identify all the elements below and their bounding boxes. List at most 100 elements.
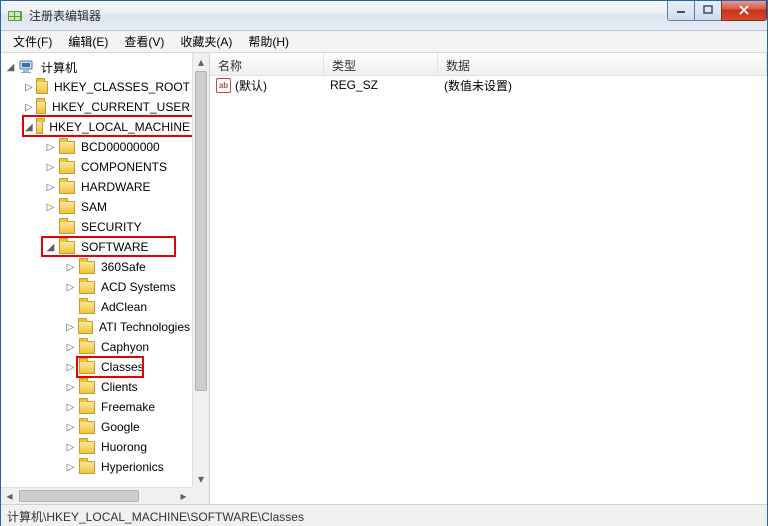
scroll-thumb[interactable]: [19, 490, 139, 502]
col-data[interactable]: 数据: [438, 53, 767, 75]
expand-icon[interactable]: ▷: [25, 82, 33, 93]
scroll-thumb[interactable]: [195, 71, 207, 391]
tree-360safe[interactable]: ▷360Safe: [1, 257, 192, 277]
value-name: (默认): [235, 77, 267, 94]
folder-icon: [79, 421, 95, 434]
collapse-icon[interactable]: ◢: [25, 122, 33, 133]
tree-vscrollbar[interactable]: ▴ ▾: [192, 53, 209, 487]
tree-adclean[interactable]: ▷AdClean: [1, 297, 192, 317]
folder-icon: [79, 461, 95, 474]
tree-label: Hyperionics: [99, 459, 166, 475]
tree-label: HKEY_CURRENT_USER: [50, 99, 192, 115]
tree-hscrollbar[interactable]: ◂ ▸: [1, 487, 192, 504]
expand-icon[interactable]: ▷: [65, 362, 76, 373]
expand-icon[interactable]: ▷: [65, 422, 76, 433]
tree-clients[interactable]: ▷Clients: [1, 377, 192, 397]
registry-tree[interactable]: ◢ 计算机 ▷ HKEY_CLASSES_ROOT ▷ HKEY_CURRENT_U…: [1, 53, 192, 487]
tree-hardware[interactable]: ▷HARDWARE: [1, 177, 192, 197]
folder-icon: [79, 281, 95, 294]
tree-security[interactable]: ▷SECURITY: [1, 217, 192, 237]
expand-icon[interactable]: ▷: [65, 282, 76, 293]
expand-icon[interactable]: ▷: [25, 102, 33, 113]
col-type[interactable]: 类型: [324, 53, 438, 75]
string-value-icon: ab: [216, 78, 231, 93]
folder-icon: [59, 201, 75, 214]
menu-file[interactable]: 文件(F): [5, 31, 60, 52]
expand-icon[interactable]: ▷: [65, 322, 75, 333]
scroll-right-icon[interactable]: ▸: [175, 488, 192, 504]
tree-label: Huorong: [99, 439, 149, 455]
tree-hyperionics[interactable]: ▷ Hyperionics: [1, 457, 192, 477]
folder-icon: [79, 301, 95, 314]
tree-hkcu[interactable]: ▷ HKEY_CURRENT_USER: [1, 97, 192, 117]
tree-label: Classes: [99, 359, 146, 375]
close-button[interactable]: [721, 1, 767, 21]
tree-google[interactable]: ▷Google: [1, 417, 192, 437]
scroll-down-icon[interactable]: ▾: [193, 470, 209, 487]
tree-label: SAM: [79, 199, 109, 215]
tree-freemake[interactable]: ▷ Freemake: [1, 397, 192, 417]
tree-software[interactable]: ◢ SOFTWARE: [1, 237, 192, 257]
collapse-icon[interactable]: ◢: [45, 242, 56, 253]
app-icon: [7, 8, 23, 24]
folder-icon: [79, 381, 95, 394]
expand-icon[interactable]: ▷: [45, 142, 56, 153]
list-header: 名称 类型 数据: [210, 53, 767, 76]
menu-favorites[interactable]: 收藏夹(A): [172, 31, 240, 52]
tree-huorong[interactable]: ▷ Huorong: [1, 437, 192, 457]
tree-pane: ◢ 计算机 ▷ HKEY_CLASSES_ROOT ▷ HKEY_CURRENT_U…: [1, 53, 210, 504]
folder-icon: [59, 141, 75, 154]
scroll-corner: [192, 487, 209, 504]
tree-acd[interactable]: ▷ACD Systems: [1, 277, 192, 297]
tree-sam[interactable]: ▷ SAM: [1, 197, 192, 217]
expand-icon[interactable]: ▷: [45, 162, 56, 173]
list-row[interactable]: ab (默认) REG_SZ (数值未设置): [210, 76, 767, 94]
menu-edit[interactable]: 编辑(E): [60, 31, 116, 52]
expand-icon[interactable]: ▷: [65, 262, 76, 273]
folder-icon: [36, 101, 46, 114]
tree-bcd[interactable]: ▷BCD00000000: [1, 137, 192, 157]
expand-icon[interactable]: ▷: [65, 462, 76, 473]
cell-name: ab (默认): [210, 77, 324, 94]
scroll-up-icon[interactable]: ▴: [193, 53, 209, 70]
col-name[interactable]: 名称: [210, 53, 324, 75]
minimize-button[interactable]: [667, 1, 695, 21]
tree-label: ATI Technologies: [97, 319, 192, 335]
tree-hklm[interactable]: ◢HKEY_LOCAL_MACHINE: [1, 117, 192, 137]
maximize-button[interactable]: [694, 1, 722, 21]
cell-data: (数值未设置): [438, 77, 767, 94]
folder-icon: [36, 81, 48, 94]
window-title: 注册表编辑器: [29, 7, 668, 24]
status-bar: 计算机\HKEY_LOCAL_MACHINE\SOFTWARE\Classes: [1, 504, 767, 526]
tree-hkcr[interactable]: ▷ HKEY_CLASSES_ROOT: [1, 77, 192, 97]
tree-root[interactable]: ◢ 计算机: [1, 57, 192, 77]
main-area: ◢ 计算机 ▷ HKEY_CLASSES_ROOT ▷ HKEY_CURRENT_U…: [1, 53, 767, 504]
folder-icon: [79, 341, 95, 354]
collapse-icon[interactable]: ◢: [5, 62, 16, 73]
folder-icon: [36, 121, 44, 134]
folder-icon: [79, 361, 95, 374]
tree-components[interactable]: ▷COMPONENTS: [1, 157, 192, 177]
tree-label: 计算机: [39, 58, 79, 77]
folder-icon: [59, 161, 75, 174]
expand-icon[interactable]: ▷: [45, 182, 56, 193]
tree-label: SECURITY: [79, 219, 144, 235]
menu-view[interactable]: 查看(V): [116, 31, 172, 52]
expand-icon[interactable]: ▷: [65, 382, 76, 393]
tree-ati[interactable]: ▷ ATI Technologies: [1, 317, 192, 337]
menu-help[interactable]: 帮助(H): [240, 31, 297, 52]
cell-type: REG_SZ: [324, 78, 438, 92]
list-pane: 名称 类型 数据 ab (默认) REG_SZ (数值未设置): [210, 53, 767, 504]
expand-icon[interactable]: ▷: [45, 202, 56, 213]
expand-icon[interactable]: ▷: [65, 342, 76, 353]
tree-label: SOFTWARE: [79, 239, 151, 255]
computer-icon: [19, 60, 35, 74]
tree-label: Caphyon: [99, 339, 151, 355]
scroll-left-icon[interactable]: ◂: [1, 488, 18, 504]
expand-icon[interactable]: ▷: [65, 442, 76, 453]
tree-label: HKEY_CLASSES_ROOT: [52, 79, 192, 95]
tree-classes[interactable]: ▷ Classes: [1, 357, 192, 377]
tree-label: Freemake: [99, 399, 157, 415]
expand-icon[interactable]: ▷: [65, 402, 76, 413]
tree-caphyon[interactable]: ▷ Caphyon: [1, 337, 192, 357]
